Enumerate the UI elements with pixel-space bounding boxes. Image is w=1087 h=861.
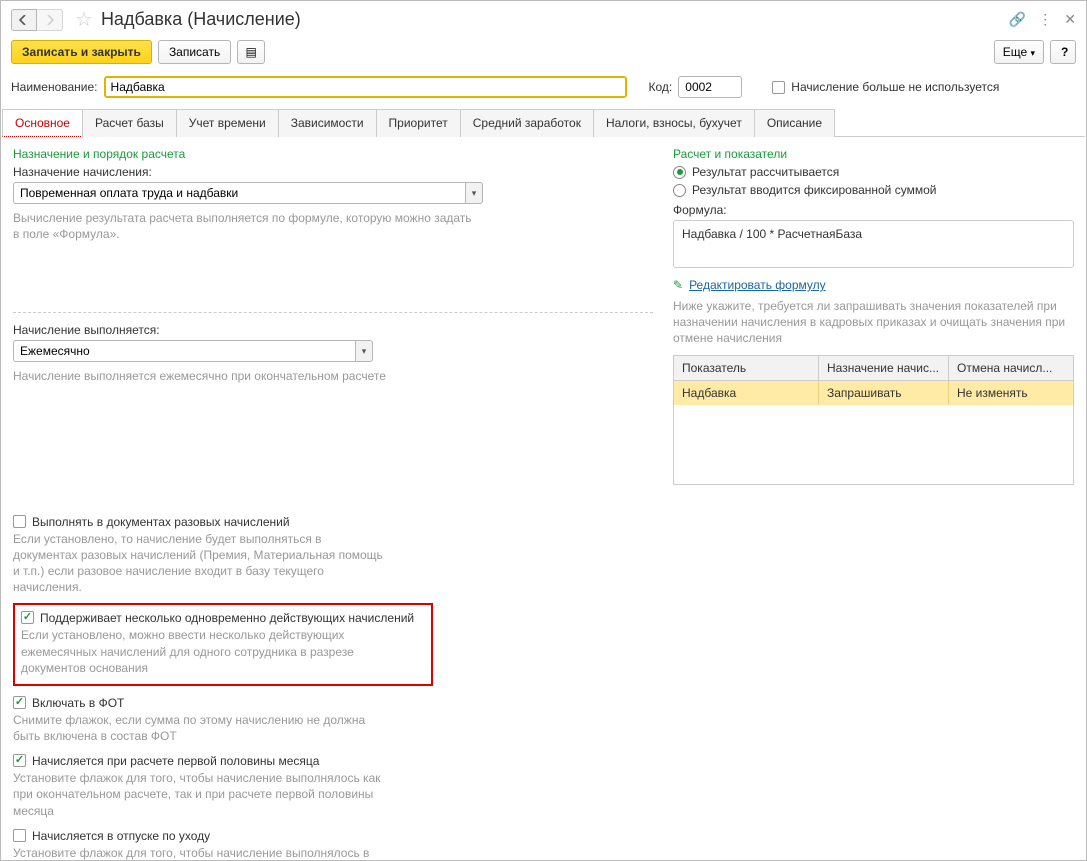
grid-hint: Ниже укажите, требуется ли запрашивать з… (673, 298, 1074, 347)
help-button[interactable]: ? (1050, 40, 1076, 64)
half-checkbox[interactable] (13, 754, 26, 767)
multi-label: Поддерживает несколько одновременно дейс… (40, 611, 414, 625)
grid-cell-assign: Запрашивать (819, 381, 949, 405)
half-label: Начисляется при расчете первой половины … (32, 754, 319, 768)
purpose-select[interactable] (13, 182, 465, 204)
perform-hint: Начисление выполняется ежемесячно при ок… (13, 368, 653, 384)
multi-hint: Если установлено, можно ввести несколько… (21, 627, 421, 676)
save-button[interactable]: Записать (158, 40, 231, 64)
radio-calculated[interactable] (673, 166, 686, 179)
tab-desc[interactable]: Описание (754, 109, 835, 137)
window-title: Надбавка (Начисление) (101, 9, 1003, 30)
fot-checkbox[interactable] (13, 696, 26, 709)
fot-label: Включать в ФОТ (32, 696, 124, 710)
care-hint: Установите флажок для того, чтобы начисл… (13, 845, 393, 860)
not-used-checkbox[interactable] (772, 81, 785, 94)
radio-calculated-label: Результат рассчитывается (692, 165, 839, 179)
radio-fixed-label: Результат вводится фиксированной суммой (692, 183, 936, 197)
half-hint: Установите флажок для того, чтобы начисл… (13, 770, 393, 819)
purpose-label: Назначение начисления: (13, 165, 653, 179)
fot-hint: Снимите флажок, если сумма по этому начи… (13, 712, 393, 744)
tab-deps[interactable]: Зависимости (278, 109, 377, 137)
code-label: Код: (649, 80, 673, 94)
tab-base[interactable]: Расчет базы (82, 109, 177, 137)
care-label: Начисляется в отпуске по уходу (32, 829, 210, 843)
name-input[interactable] (104, 76, 627, 98)
forward-button[interactable] (37, 9, 63, 31)
tab-tax[interactable]: Налоги, взносы, бухучет (593, 109, 755, 137)
grid-row[interactable]: Надбавка Запрашивать Не изменять (674, 381, 1073, 405)
grid-header-assign[interactable]: Назначение начис... (819, 356, 949, 380)
close-icon[interactable]: ✕ (1064, 11, 1076, 28)
chevron-down-icon: ▾ (1030, 48, 1035, 58)
onetime-hint: Если установлено, то начисление будет вы… (13, 531, 383, 596)
radio-fixed[interactable] (673, 184, 686, 197)
onetime-checkbox[interactable] (13, 515, 26, 528)
edit-formula-link[interactable]: Редактировать формулу (689, 278, 826, 292)
tab-main[interactable]: Основное (2, 109, 83, 137)
tab-time[interactable]: Учет времени (176, 109, 279, 137)
indicators-grid: Показатель Назначение начис... Отмена на… (673, 355, 1074, 485)
menu-icon[interactable]: ⋮ (1038, 11, 1052, 28)
formula-box: Надбавка / 100 * РасчетнаяБаза (673, 220, 1074, 268)
tab-priority[interactable]: Приоритет (376, 109, 461, 137)
grid-header-cancel[interactable]: Отмена начисл... (949, 356, 1073, 380)
more-button[interactable]: Еще ▾ (994, 40, 1044, 64)
tab-avg[interactable]: Средний заработок (460, 109, 594, 137)
perform-label: Начисление выполняется: (13, 323, 653, 337)
onetime-label: Выполнять в документах разовых начислени… (32, 515, 290, 529)
grid-cell-indicator: Надбавка (674, 381, 819, 405)
perform-select[interactable] (13, 340, 355, 362)
left-section-title: Назначение и порядок расчета (13, 147, 653, 161)
back-button[interactable] (11, 9, 37, 31)
care-checkbox[interactable] (13, 829, 26, 842)
formula-label: Формула: (673, 203, 1074, 217)
code-input[interactable] (678, 76, 742, 98)
right-section-title: Расчет и показатели (673, 147, 1074, 161)
not-used-label: Начисление больше не используется (791, 80, 999, 94)
purpose-hint: Вычисление результата расчета выполняетс… (13, 210, 473, 242)
grid-cell-cancel: Не изменять (949, 381, 1073, 405)
report-button[interactable]: ▤ (237, 40, 265, 64)
grid-header-indicator[interactable]: Показатель (674, 356, 819, 380)
purpose-dropdown[interactable]: ▾ (465, 182, 483, 204)
pencil-icon: ✎ (673, 278, 683, 292)
tab-bar: Основное Расчет базы Учет времени Зависи… (2, 108, 1085, 137)
save-close-button[interactable]: Записать и закрыть (11, 40, 152, 64)
favorite-icon[interactable]: ☆ (75, 7, 93, 32)
multi-checkbox[interactable] (21, 611, 34, 624)
name-label: Наименование: (11, 80, 98, 94)
link-icon[interactable]: 🔗 (1009, 11, 1026, 28)
perform-dropdown[interactable]: ▾ (355, 340, 373, 362)
